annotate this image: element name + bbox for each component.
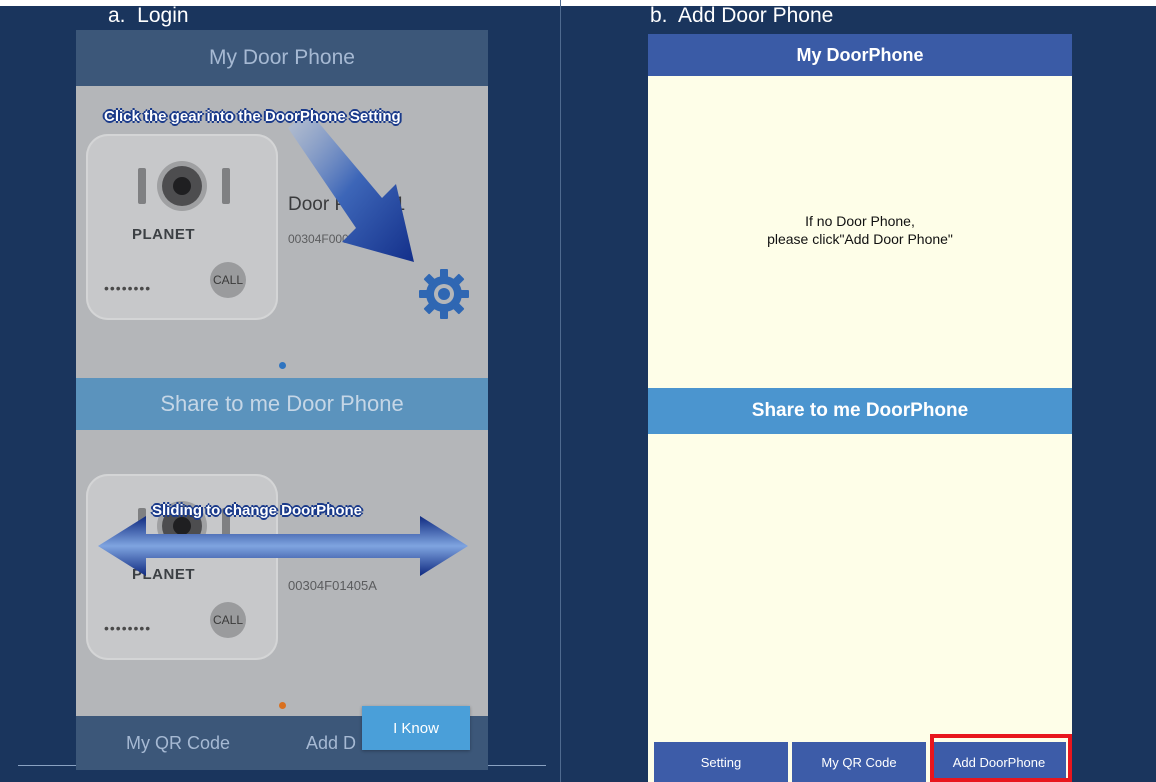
caption-add-door-phone: b. Add Door Phone bbox=[650, 4, 834, 27]
empty-state-message: If no Door Phone, please click"Add Door … bbox=[648, 212, 1072, 248]
double-arrow-icon bbox=[98, 516, 468, 576]
setting-button[interactable]: Setting bbox=[654, 742, 788, 782]
tab-my-qr-code[interactable]: My QR Code bbox=[76, 716, 280, 770]
caption-login: a. Login bbox=[108, 4, 189, 27]
login-screen: My Door Phone PLANET •••••••• CALL Door … bbox=[76, 30, 488, 770]
panel-divider bbox=[560, 0, 561, 782]
gear-hint-text: Click the gear into the DoorPhone Settin… bbox=[104, 108, 401, 125]
highlight-box bbox=[930, 734, 1072, 782]
i-know-button[interactable]: I Know bbox=[362, 706, 470, 750]
page-title: My DoorPhone bbox=[648, 34, 1072, 76]
add-door-phone-screen: My DoorPhone If no Door Phone, please cl… bbox=[648, 34, 1072, 782]
empty-state-line1: If no Door Phone, bbox=[805, 213, 915, 229]
slide-hint-text: Sliding to change DoorPhone bbox=[152, 502, 362, 519]
share-section-title: Share to me DoorPhone bbox=[648, 388, 1072, 434]
diagonal-arrow-icon bbox=[288, 110, 414, 262]
tutorial-overlay bbox=[98, 110, 468, 576]
my-qr-code-button[interactable]: My QR Code bbox=[792, 742, 926, 782]
empty-state-line2: please click"Add Door Phone" bbox=[767, 231, 953, 247]
